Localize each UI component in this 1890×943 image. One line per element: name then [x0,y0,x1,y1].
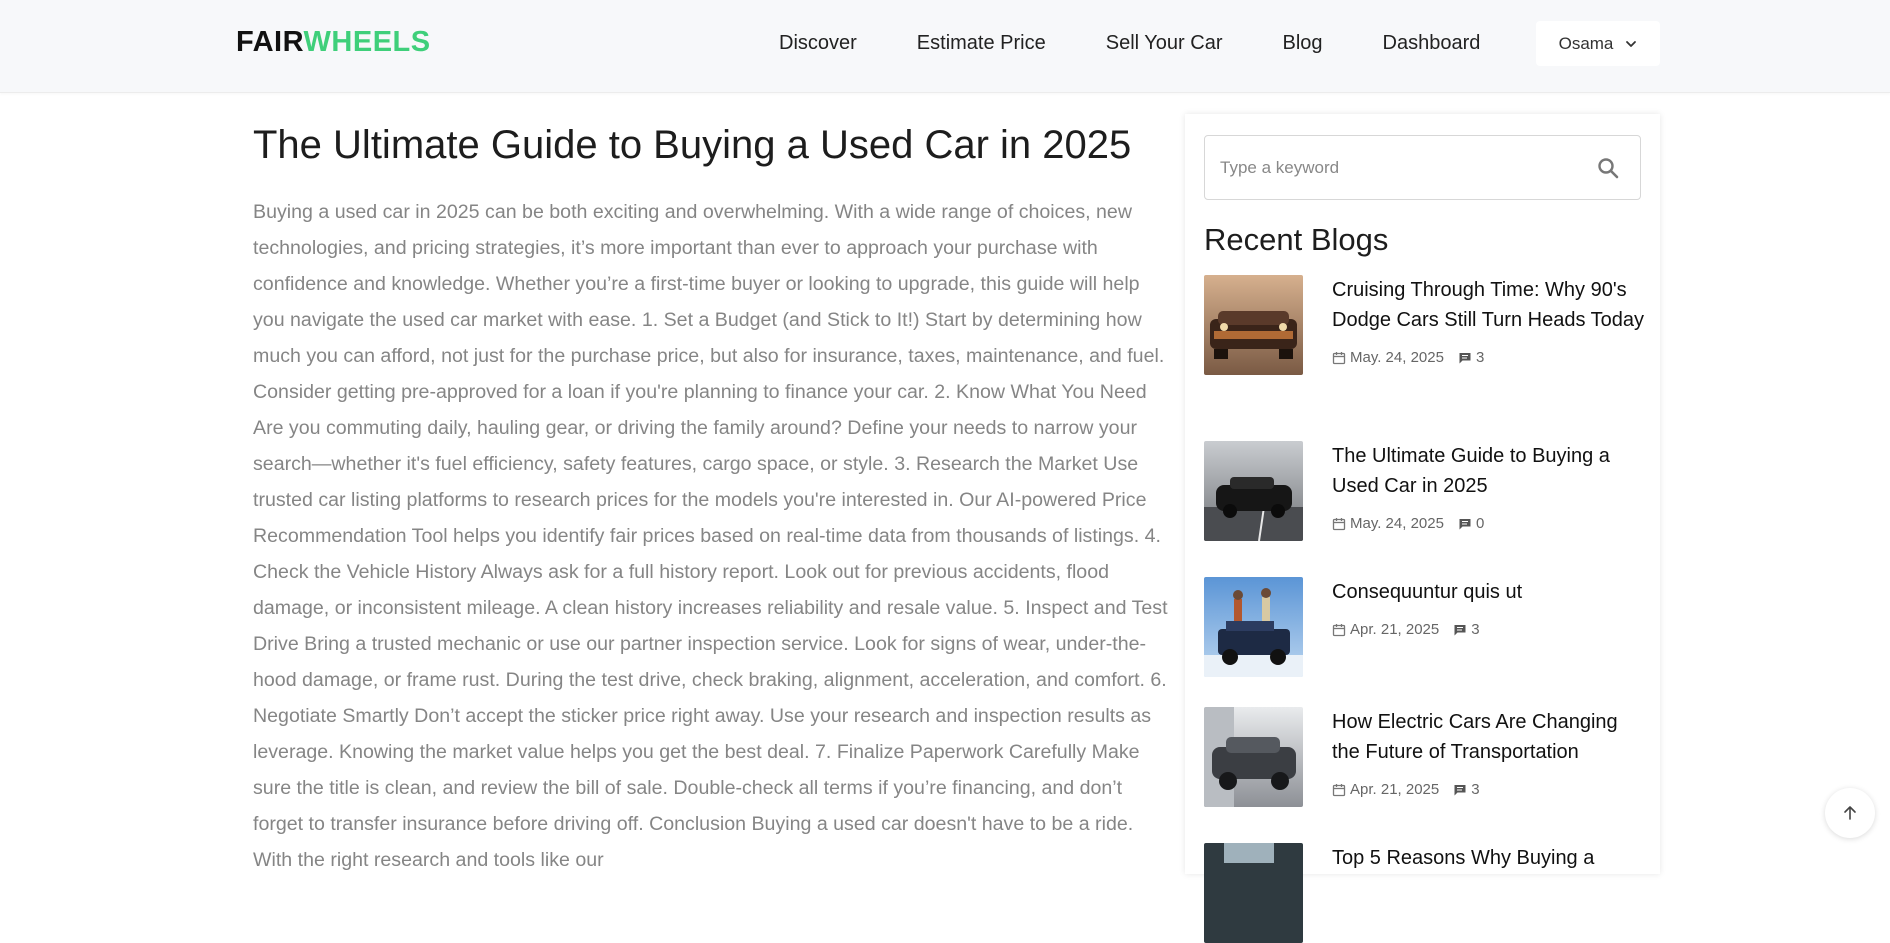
site-header: FAIRWHEELS Discover Estimate Price Sell … [0,0,1890,93]
user-name: Osama [1558,33,1614,53]
comment-icon [1459,352,1471,363]
post-thumbnail[interactable] [1204,707,1303,807]
search-box [1204,135,1641,200]
nav-blog[interactable]: Blog [1282,32,1322,55]
post-comment-count: 0 [1475,515,1485,532]
post-meta: Apr. 21, 2025 3 [1332,621,1644,638]
nav-dashboard[interactable]: Dashboard [1383,32,1481,55]
scroll-to-top-button[interactable] [1825,788,1875,838]
nav-estimate-price[interactable]: Estimate Price [917,32,1046,55]
nav-sell-your-car[interactable]: Sell Your Car [1106,32,1223,55]
post-thumbnail[interactable] [1204,843,1303,943]
sidebar: Recent Blogs Cruising Through Time: Why … [1185,114,1660,943]
post-date: Apr. 21, 2025 [1350,621,1440,638]
post-meta: May. 24, 2025 0 [1332,515,1644,532]
site-logo[interactable]: FAIRWHEELS [236,26,431,59]
post-title[interactable]: Cruising Through Time: Why 90's Dodge Ca… [1332,275,1644,335]
article-title: The Ultimate Guide to Buying a Used Car … [253,123,1132,167]
post-comment-count: 3 [1475,349,1485,366]
post-thumbnail[interactable] [1204,577,1303,677]
post-date: May. 24, 2025 [1350,349,1444,366]
recent-blogs-heading: Recent Blogs [1204,222,1389,257]
logo-part-fair: FAIR [236,26,304,58]
comment-icon [1454,624,1466,635]
article: The Ultimate Guide to Buying a Used Car … [253,118,1168,878]
calendar-icon [1332,351,1346,364]
article-body: Buying a used car in 2025 can be both ex… [253,201,1168,871]
user-menu-button[interactable]: Osama [1536,21,1660,66]
post-title[interactable]: How Electric Cars Are Changing the Futur… [1332,707,1644,767]
post-title[interactable]: Top 5 Reasons Why Buying a [1332,843,1644,873]
post-thumbnail[interactable] [1204,441,1303,541]
arrow-up-icon [1844,806,1856,820]
post-comment-count: 3 [1471,621,1480,638]
logo-part-wheels: WHEELS [303,26,431,58]
comment-icon [1454,784,1466,795]
comment-icon [1459,518,1471,529]
calendar-icon [1332,517,1346,530]
search-input[interactable] [1205,157,1596,178]
calendar-icon [1332,783,1346,796]
post-date: Apr. 21, 2025 [1350,781,1440,798]
calendar-icon [1332,623,1346,636]
post-title[interactable]: The Ultimate Guide to Buying a Used Car … [1332,441,1644,501]
post-date: May. 24, 2025 [1350,515,1444,532]
search-icon[interactable] [1596,156,1620,180]
post-meta: Apr. 21, 2025 3 [1332,781,1644,798]
nav-discover[interactable]: Discover [779,32,857,55]
post-title[interactable]: Consequuntur quis ut [1332,577,1644,607]
main-nav: Discover Estimate Price Sell Your Car Bl… [779,32,1480,55]
chevron-down-icon [1626,40,1637,47]
post-comment-count: 3 [1471,781,1480,798]
post-thumbnail[interactable] [1204,275,1303,375]
post-meta: May. 24, 2025 3 [1332,349,1644,366]
